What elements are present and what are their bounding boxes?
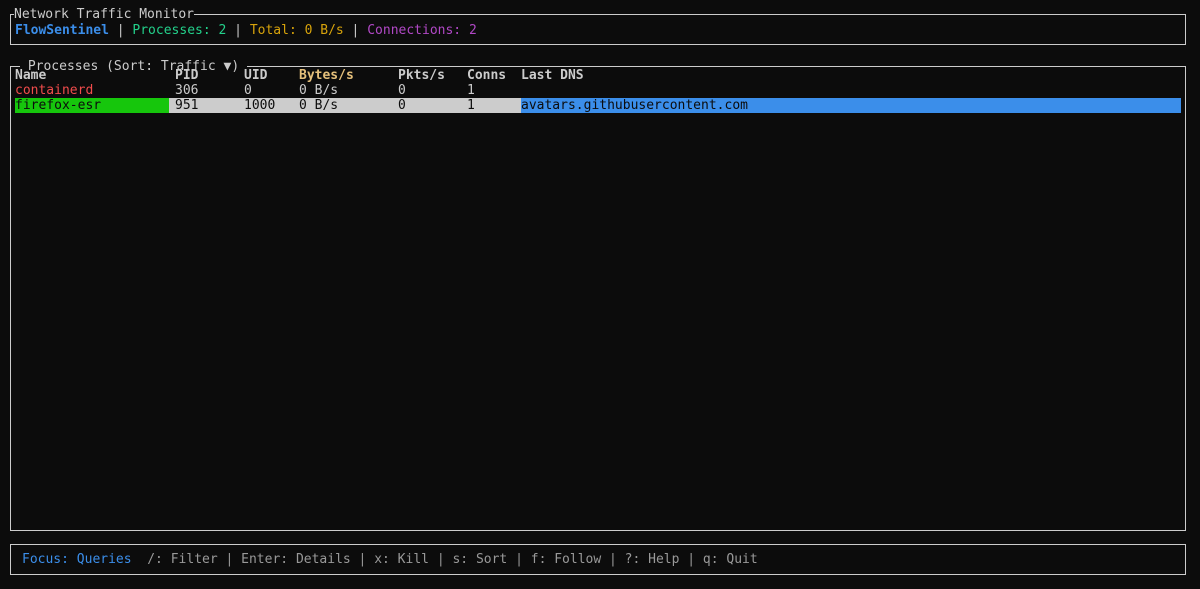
status-separator: | bbox=[108, 23, 133, 38]
connections-count: Connections: 2 bbox=[367, 23, 477, 38]
row-bytes: 0 B/s bbox=[299, 98, 339, 113]
row-dns bbox=[521, 83, 1181, 98]
row-uid: 0 bbox=[244, 83, 252, 98]
footer-panel: Focus: Queries /: Filter | Enter: Detail… bbox=[10, 544, 1186, 575]
column-header-uid[interactable]: UID bbox=[244, 68, 298, 83]
column-header-bytes[interactable]: Bytes/s bbox=[299, 68, 399, 83]
row-uid: 1000 bbox=[244, 98, 276, 113]
row-conns: 1 bbox=[467, 83, 475, 98]
column-header-dns[interactable]: Last DNS bbox=[521, 68, 1181, 83]
row-name: firefox-esr bbox=[15, 98, 169, 113]
column-header-name[interactable]: Name bbox=[15, 68, 169, 83]
header-panel: Network Traffic Monitor FlowSentinel | P… bbox=[10, 7, 1186, 45]
status-line: FlowSentinel | Processes: 2 | Total: 0 B… bbox=[15, 23, 477, 38]
processes-panel: Processes (Sort: Traffic ▼) Name PID UID… bbox=[10, 59, 1186, 531]
keybind-list: /: Filter | Enter: Details | x: Kill | s… bbox=[131, 552, 758, 567]
row-name: containerd bbox=[15, 83, 94, 98]
column-header-pkts[interactable]: Pkts/s bbox=[398, 68, 467, 83]
keybind-hints: Focus: Queries /: Filter | Enter: Detail… bbox=[22, 552, 758, 567]
total-traffic: Total: 0 B/s bbox=[249, 23, 344, 38]
status-separator: | bbox=[226, 23, 250, 38]
processes-count: Processes: 2 bbox=[132, 23, 227, 38]
row-dns: avatars.githubusercontent.com bbox=[521, 98, 1181, 113]
column-header-conns[interactable]: Conns bbox=[467, 68, 521, 83]
row-pid: 306 bbox=[175, 83, 199, 98]
row-bytes: 0 B/s bbox=[299, 83, 339, 98]
table-row-selected[interactable]: firefox-esr 951 1000 0 B/s 0 1 avatars.g… bbox=[15, 98, 1181, 113]
row-conns: 1 bbox=[467, 98, 475, 113]
header-panel-title: Network Traffic Monitor bbox=[14, 7, 195, 22]
app-brand: FlowSentinel bbox=[15, 23, 109, 38]
table-header: Name PID UID Bytes/s Pkts/s Conns Last D… bbox=[15, 68, 1181, 83]
table-row[interactable]: containerd 306 0 0 B/s 0 1 bbox=[15, 83, 1181, 98]
focus-indicator: Focus: Queries bbox=[22, 552, 132, 567]
column-header-pid[interactable]: PID bbox=[175, 68, 243, 83]
row-pkts: 0 bbox=[398, 98, 406, 113]
status-separator: | bbox=[343, 23, 368, 38]
row-pid: 951 bbox=[175, 98, 199, 113]
row-pkts: 0 bbox=[398, 83, 406, 98]
